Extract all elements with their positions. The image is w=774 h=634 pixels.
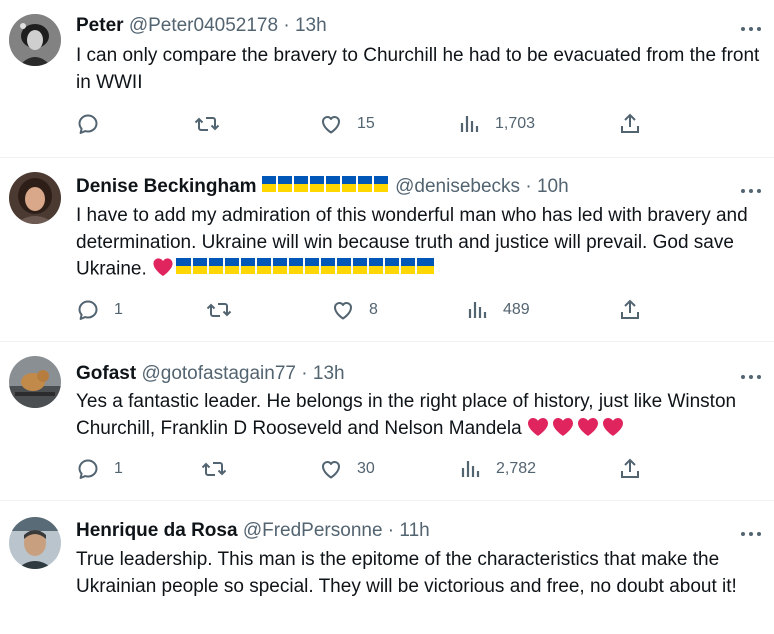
- like-button[interactable]: 8: [331, 298, 378, 322]
- reply-count: 1: [114, 301, 123, 318]
- like-count: 30: [357, 460, 375, 477]
- avatar[interactable]: [9, 14, 61, 66]
- author-name[interactable]: Denise Beckingham: [76, 176, 257, 197]
- reply-button[interactable]: 1: [76, 457, 123, 481]
- views-count: 1,703: [495, 115, 536, 132]
- more-icon[interactable]: [740, 20, 762, 38]
- retweet-icon: [194, 112, 220, 136]
- avatar[interactable]: [9, 517, 61, 569]
- share-button[interactable]: [618, 112, 642, 136]
- reply-button[interactable]: [76, 112, 114, 136]
- like-icon: [331, 298, 355, 322]
- reply-icon: [76, 457, 100, 481]
- separator: ·: [382, 520, 400, 541]
- retweet-button[interactable]: [206, 298, 246, 322]
- retweet-icon: [206, 298, 232, 322]
- like-button[interactable]: 15: [319, 112, 375, 136]
- author-name[interactable]: Henrique da Rosa: [76, 520, 238, 541]
- reply-button[interactable]: 1: [76, 298, 123, 322]
- author-name[interactable]: Peter: [76, 15, 124, 36]
- tweet-text: I can only compare the bravery to Church…: [76, 45, 760, 93]
- share-icon: [618, 112, 642, 136]
- separator: ·: [520, 176, 537, 198]
- retweet-button[interactable]: [194, 112, 234, 136]
- tweet[interactable]: Gofast @gotofastagain77 · 13h Yes a fant…: [0, 342, 774, 501]
- separator: ·: [295, 363, 313, 384]
- tweet[interactable]: Henrique da Rosa @FredPersonne · 11h Tru…: [0, 501, 774, 634]
- tweet-text-container: I have to add my admiration of this wond…: [76, 203, 766, 286]
- red-heart-icon: [152, 257, 174, 286]
- views-button[interactable]: 489: [465, 298, 530, 322]
- retweet-button[interactable]: [201, 457, 241, 481]
- timestamp[interactable]: 13h: [295, 15, 327, 36]
- views-button[interactable]: 2,782: [458, 457, 536, 481]
- reply-icon: [76, 298, 100, 322]
- avatar[interactable]: [9, 356, 61, 408]
- tweet-text: True leadership. This man is the epitome…: [76, 549, 737, 597]
- avatar[interactable]: [9, 172, 61, 224]
- separator: ·: [278, 15, 295, 36]
- share-icon: [618, 457, 642, 481]
- timestamp[interactable]: 10h: [537, 176, 569, 197]
- more-icon[interactable]: [740, 182, 762, 200]
- like-count: 8: [369, 301, 378, 318]
- tweet-text: Yes a fantastic leader. He belongs in th…: [76, 391, 737, 439]
- ukraine-flag-icon: [261, 175, 390, 199]
- author-name[interactable]: Gofast: [76, 363, 136, 384]
- share-button[interactable]: [618, 457, 642, 481]
- tweet[interactable]: Denise Beckingham @denisebecks · 10h I h…: [0, 158, 774, 342]
- views-button[interactable]: 1,703: [457, 112, 535, 136]
- reply-count: 1: [114, 460, 123, 477]
- author-handle[interactable]: @FredPersonne: [243, 520, 383, 541]
- like-button[interactable]: 30: [319, 457, 375, 481]
- more-icon[interactable]: [740, 525, 762, 543]
- views-icon: [457, 112, 481, 136]
- like-icon: [319, 112, 343, 136]
- tweet-text-container: Yes a fantastic leader. He belongs in th…: [76, 389, 766, 445]
- views-count: 489: [503, 301, 530, 318]
- timestamp[interactable]: 13h: [313, 363, 345, 384]
- author-handle[interactable]: @Peter04052178: [129, 15, 278, 36]
- timestamp[interactable]: 11h: [399, 520, 429, 541]
- share-button[interactable]: [618, 298, 642, 322]
- views-count: 2,782: [496, 460, 537, 477]
- like-count: 15: [357, 115, 375, 132]
- tweet[interactable]: Peter @Peter04052178 · 13h I can only co…: [0, 0, 774, 158]
- more-icon[interactable]: [740, 368, 762, 386]
- retweet-icon: [201, 457, 227, 481]
- author-handle[interactable]: @gotofastagain77: [141, 363, 296, 384]
- reply-icon: [76, 112, 100, 136]
- views-icon: [465, 298, 489, 322]
- views-icon: [458, 457, 482, 481]
- author-handle[interactable]: @denisebecks: [395, 176, 520, 197]
- ukraine-flag-icon: [174, 256, 436, 283]
- red-heart-icon: [527, 417, 625, 446]
- like-icon: [319, 457, 343, 481]
- share-icon: [618, 298, 642, 322]
